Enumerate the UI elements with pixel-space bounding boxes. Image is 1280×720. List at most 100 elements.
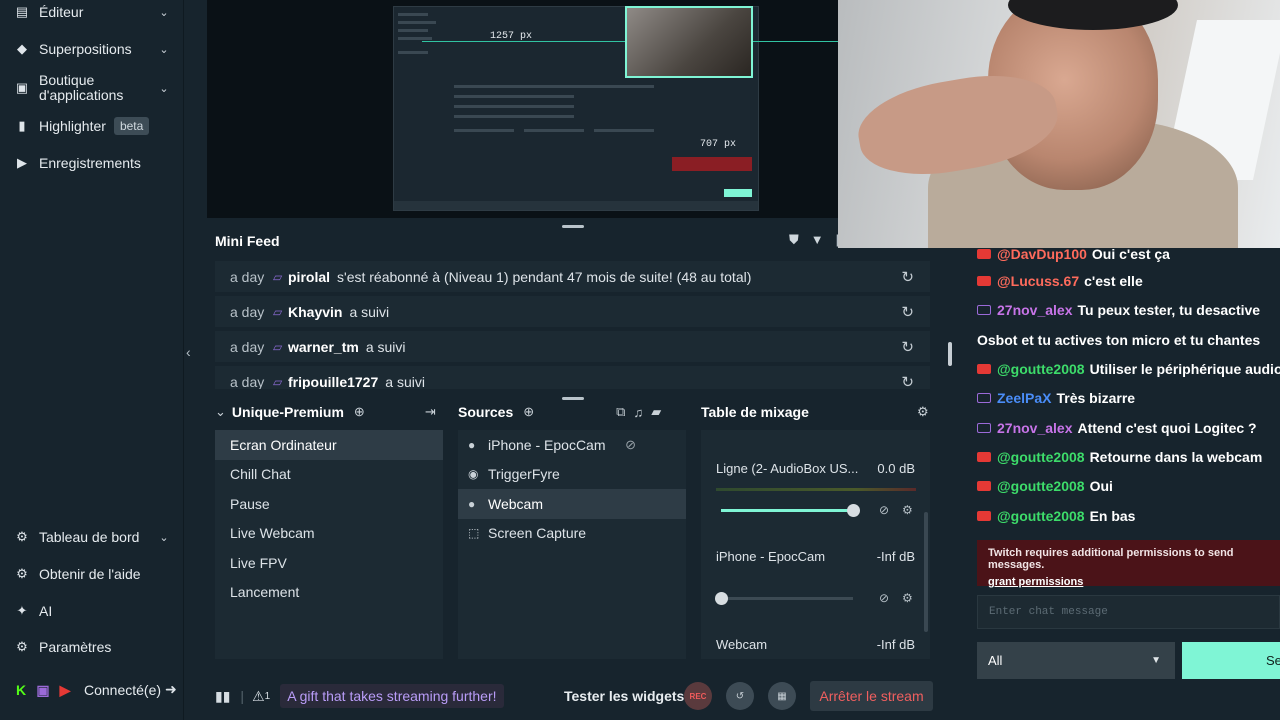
add-scene-icon[interactable]: ⊕ — [354, 404, 365, 420]
channel-name: Ligne (2- AudioBox US... — [716, 461, 859, 476]
repeat-alert-icon[interactable]: ↻ — [901, 338, 914, 356]
chat-username[interactable]: @goutte2008 — [997, 361, 1085, 377]
twitch-icon: ▱ — [273, 339, 283, 354]
stats-icon[interactable]: ▮▮ — [215, 688, 230, 705]
volume-meter — [716, 488, 916, 491]
feed-scrollbar[interactable] — [948, 342, 952, 366]
sidebar-item-overlays[interactable]: ◆ Superpositions ⌄ — [14, 41, 171, 57]
chevron-down-icon[interactable]: ⌄ — [215, 404, 226, 420]
source-item[interactable]: ● Webcam — [458, 489, 686, 519]
sidebar-item-settings[interactable]: ⚙ Paramètres — [14, 639, 171, 655]
transition-icon[interactable]: ⇥ — [425, 404, 436, 420]
more-icon[interactable]: | — [836, 232, 839, 248]
scene-item[interactable]: Chill Chat — [215, 460, 443, 490]
grant-permissions-link[interactable]: grant permissions — [988, 576, 1269, 588]
slider-knob[interactable] — [847, 504, 860, 517]
chevron-down-icon[interactable]: ⌄ — [157, 531, 171, 544]
chat-username[interactable]: @Lucuss.67 — [997, 273, 1079, 289]
youtube-badge-icon — [977, 249, 991, 259]
chat-username[interactable]: ZeelPaX — [997, 390, 1051, 406]
scene-item[interactable]: Ecran Ordinateur — [215, 430, 443, 460]
connection-status[interactable]: K ▣ ▶ Connecté(e) ➜ — [14, 681, 177, 698]
chat-username[interactable]: @DavDup100 — [997, 246, 1087, 262]
repeat-alert-icon[interactable]: ↻ — [901, 303, 914, 321]
height-label: 707 px — [700, 139, 737, 150]
screen-capture-icon: ⬚ — [468, 526, 480, 541]
filter-icon[interactable]: ▼ — [811, 232, 824, 248]
source-item[interactable]: ● iPhone - EpocCam ⊘ — [458, 430, 686, 460]
shield-icon[interactable]: ⛊ — [789, 232, 799, 248]
sidebar-item-label: Tableau de bord — [39, 528, 140, 545]
chat-message: @goutte2008 En bas — [977, 508, 1135, 524]
slider-knob[interactable] — [715, 592, 728, 605]
volume-slider[interactable] — [721, 504, 860, 517]
chevron-down-icon[interactable]: ⌄ — [157, 82, 171, 95]
sidebar-item-dashboard[interactable]: ⚙ Tableau de bord ⌄ — [14, 529, 171, 545]
sidebar-item-label: Superpositions — [39, 40, 132, 57]
scene-item[interactable]: Live Webcam — [215, 519, 443, 549]
sidebar-item-recordings[interactable]: ▶ Enregistrements — [14, 155, 171, 171]
chat-username[interactable]: @goutte2008 — [997, 478, 1085, 494]
eye-hidden-icon[interactable]: ⊘ — [625, 437, 636, 453]
sidebar-item-ai[interactable]: ✦ AI — [14, 603, 171, 619]
youtube-badge-icon — [977, 481, 991, 491]
gear-icon[interactable]: ⚙ — [902, 591, 913, 605]
sidebar-item-help[interactable]: ⚙ Obtenir de l'aide — [14, 566, 171, 582]
stop-stream-button[interactable]: Arrêter le stream — [810, 681, 933, 711]
alert-icon[interactable]: ⚠ — [252, 688, 265, 705]
gift-banner[interactable]: A gift that takes streaming further! — [280, 684, 504, 708]
platform-select[interactable]: All ▼ — [977, 642, 1175, 679]
logout-icon[interactable]: ➜ — [165, 681, 177, 698]
chat-username[interactable]: 27nov_alex — [997, 420, 1073, 436]
scene-item[interactable]: Lancement — [215, 578, 443, 608]
source-item[interactable]: ◉ TriggerFyre — [458, 460, 686, 490]
chat-username[interactable]: 27nov_alex — [997, 302, 1073, 318]
volume-slider[interactable] — [715, 592, 853, 605]
youtube-badge-icon — [977, 364, 991, 374]
twitch-icon: ▱ — [273, 304, 283, 319]
chat-message: 27nov_alex Tu peux tester, tu desactive — [977, 302, 1260, 318]
scene-collection-name[interactable]: Unique-Premium — [232, 404, 344, 420]
record-button[interactable]: REC — [684, 682, 712, 710]
chat-text: Oui — [1089, 478, 1113, 494]
source-item[interactable]: ⬚ Screen Capture — [458, 519, 686, 549]
selected-source-box[interactable] — [625, 6, 753, 78]
add-folder-icon[interactable]: ▰ — [651, 404, 661, 420]
chevron-down-icon[interactable]: ⌄ — [157, 6, 171, 19]
camera-icon: ● — [468, 496, 476, 511]
feed-user: fripouille1727 — [288, 373, 379, 390]
repeat-alert-icon[interactable]: ↻ — [901, 268, 914, 286]
chevron-down-icon[interactable]: ⌄ — [157, 43, 171, 56]
send-button[interactable]: Se — [1182, 642, 1280, 679]
add-source-icon[interactable]: ⊕ — [523, 404, 534, 420]
scenes-header: ⌄ Unique-Premium ⊕ ⇥ — [215, 400, 436, 424]
mixer-settings-icon[interactable]: ⚙ — [917, 404, 929, 420]
chat-username[interactable]: @goutte2008 — [997, 508, 1085, 524]
scene-item[interactable]: Pause — [215, 489, 443, 519]
chat-input[interactable]: Enter chat message — [977, 595, 1280, 629]
sources-header: Sources ⊕ ⧉ ♫ ▰ — [458, 400, 661, 424]
collapse-left-icon[interactable]: ‹ — [186, 344, 191, 360]
mixer-scrollbar[interactable] — [924, 512, 928, 632]
mini-feed-title: Mini Feed — [215, 233, 280, 249]
mute-icon[interactable]: ⊘ — [879, 503, 889, 517]
sidebar-item-highlighter[interactable]: ▮ Highlighter beta — [14, 117, 171, 135]
chat-username[interactable]: @goutte2008 — [997, 449, 1085, 465]
ai-sparkle-icon: ✦ — [16, 603, 28, 618]
gear-icon[interactable]: ⚙ — [902, 503, 913, 517]
slider-fill — [721, 509, 853, 512]
schedule-icon[interactable]: ▦ — [768, 682, 796, 710]
sidebar-item-app-store[interactable]: ▣ Boutique d'applications ⌄ — [14, 73, 171, 103]
sidebar-item-editor[interactable]: ▤ Éditeur ⌄ — [14, 4, 171, 20]
repeat-alert-icon[interactable]: ↻ — [901, 373, 914, 390]
scene-item[interactable]: Live FPV — [215, 548, 443, 578]
mute-icon[interactable]: ♫ — [633, 405, 643, 420]
source-group-icon[interactable]: ⧉ — [616, 404, 625, 420]
feed-message: a suivi — [365, 338, 406, 355]
replay-buffer-icon[interactable]: ↺ — [726, 682, 754, 710]
mute-icon[interactable]: ⊘ — [879, 591, 889, 605]
chat-text: Tu peux tester, tu desactive — [1077, 302, 1261, 318]
platform-select-value: All — [988, 653, 1003, 668]
camera-icon: ● — [468, 437, 476, 452]
test-widgets-button[interactable]: Tester les widgets — [564, 688, 684, 704]
